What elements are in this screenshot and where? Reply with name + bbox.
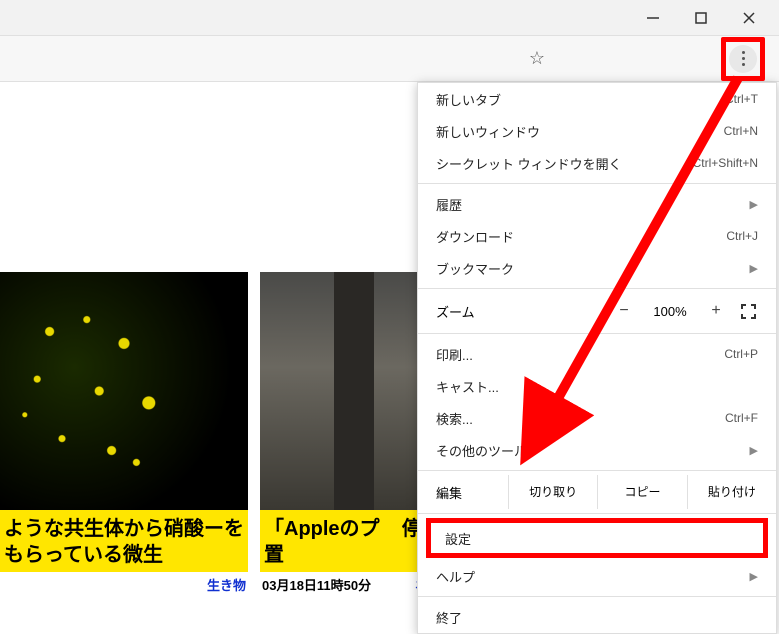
zoom-label: ズーム — [436, 302, 602, 321]
submenu-arrow-icon: ▶ — [750, 570, 758, 583]
zoom-value: 100% — [646, 304, 694, 319]
menu-exit[interactable]: 終了 — [418, 601, 776, 633]
menu-new-tab[interactable]: 新しいタブ Ctrl+T — [418, 83, 776, 115]
menu-separator — [418, 333, 776, 334]
card-date: 03月18日11時50分 — [262, 575, 371, 594]
menu-label: その他のツール — [436, 441, 527, 460]
menu-bookmarks[interactable]: ブックマーク ▶ — [418, 252, 776, 284]
close-button[interactable] — [739, 8, 759, 28]
copy-button[interactable]: コピー — [597, 475, 686, 509]
menu-shortcut: Ctrl+Shift+N — [693, 156, 758, 170]
menu-label: 履歴 — [436, 195, 462, 214]
menu-downloads[interactable]: ダウンロード Ctrl+J — [418, 220, 776, 252]
menu-label: 印刷... — [436, 345, 473, 364]
zoom-in-button[interactable]: + — [702, 302, 730, 320]
chrome-menu-button[interactable] — [729, 45, 757, 73]
menu-label: 新しいタブ — [436, 90, 501, 109]
chrome-menu-highlight — [721, 37, 765, 81]
kebab-dot — [742, 51, 745, 54]
menu-label: 設定 — [445, 529, 471, 548]
menu-more-tools[interactable]: その他のツール ▶ — [418, 434, 776, 466]
card-category[interactable]: 生き物 — [207, 575, 246, 594]
kebab-dot — [742, 63, 745, 66]
menu-label: 新しいウィンドウ — [436, 122, 540, 141]
menu-print[interactable]: 印刷... Ctrl+P — [418, 338, 776, 370]
menu-separator — [418, 513, 776, 514]
chrome-main-menu: 新しいタブ Ctrl+T 新しいウィンドウ Ctrl+N シークレット ウィンド… — [417, 82, 777, 634]
menu-settings[interactable]: 設定 — [439, 525, 755, 551]
menu-zoom: ズーム − 100% + — [418, 293, 776, 329]
menu-separator — [418, 470, 776, 471]
menu-label: ダウンロード — [436, 227, 514, 246]
maximize-button[interactable] — [691, 8, 711, 28]
edit-label: 編集 — [418, 483, 508, 502]
card-title: ような共生体から硝酸ーをもらっている微生 — [0, 510, 248, 572]
zoom-out-button[interactable]: − — [610, 302, 638, 320]
menu-separator — [418, 288, 776, 289]
menu-new-window[interactable]: 新しいウィンドウ Ctrl+N — [418, 115, 776, 147]
window-titlebar — [0, 0, 779, 36]
menu-find[interactable]: 検索... Ctrl+F — [418, 402, 776, 434]
menu-help[interactable]: ヘルプ ▶ — [418, 560, 776, 592]
menu-label: 検索... — [436, 409, 473, 428]
submenu-arrow-icon: ▶ — [750, 262, 758, 275]
menu-label: シークレット ウィンドウを開く — [436, 154, 622, 173]
menu-separator — [418, 596, 776, 597]
menu-shortcut: Ctrl+T — [725, 92, 758, 106]
cut-button[interactable]: 切り取り — [508, 475, 597, 509]
menu-shortcut: Ctrl+P — [724, 347, 758, 361]
menu-shortcut: Ctrl+N — [724, 124, 758, 138]
menu-shortcut: Ctrl+F — [725, 411, 758, 425]
article-card[interactable]: ような共生体から硝酸ーをもらっている微生 生き物 — [0, 272, 248, 594]
menu-history[interactable]: 履歴 ▶ — [418, 188, 776, 220]
menu-separator — [418, 183, 776, 184]
fullscreen-icon[interactable] — [738, 304, 758, 319]
toolbar: ☆ — [0, 36, 779, 82]
menu-shortcut: Ctrl+J — [726, 229, 758, 243]
menu-cast[interactable]: キャスト... — [418, 370, 776, 402]
menu-label: ブックマーク — [436, 259, 514, 278]
paste-button[interactable]: 貼り付け — [687, 475, 776, 509]
card-footer: 生き物 — [0, 572, 248, 594]
card-thumbnail — [0, 272, 248, 510]
kebab-dot — [742, 57, 745, 60]
submenu-arrow-icon: ▶ — [750, 444, 758, 457]
submenu-arrow-icon: ▶ — [750, 198, 758, 211]
settings-highlight: 設定 — [426, 518, 768, 558]
menu-label: キャスト... — [436, 377, 499, 396]
menu-edit: 編集 切り取り コピー 貼り付け — [418, 475, 776, 509]
minimize-button[interactable] — [643, 8, 663, 28]
bookmark-star-icon[interactable]: ☆ — [529, 48, 545, 69]
menu-incognito[interactable]: シークレット ウィンドウを開く Ctrl+Shift+N — [418, 147, 776, 179]
menu-label: ヘルプ — [436, 567, 475, 586]
